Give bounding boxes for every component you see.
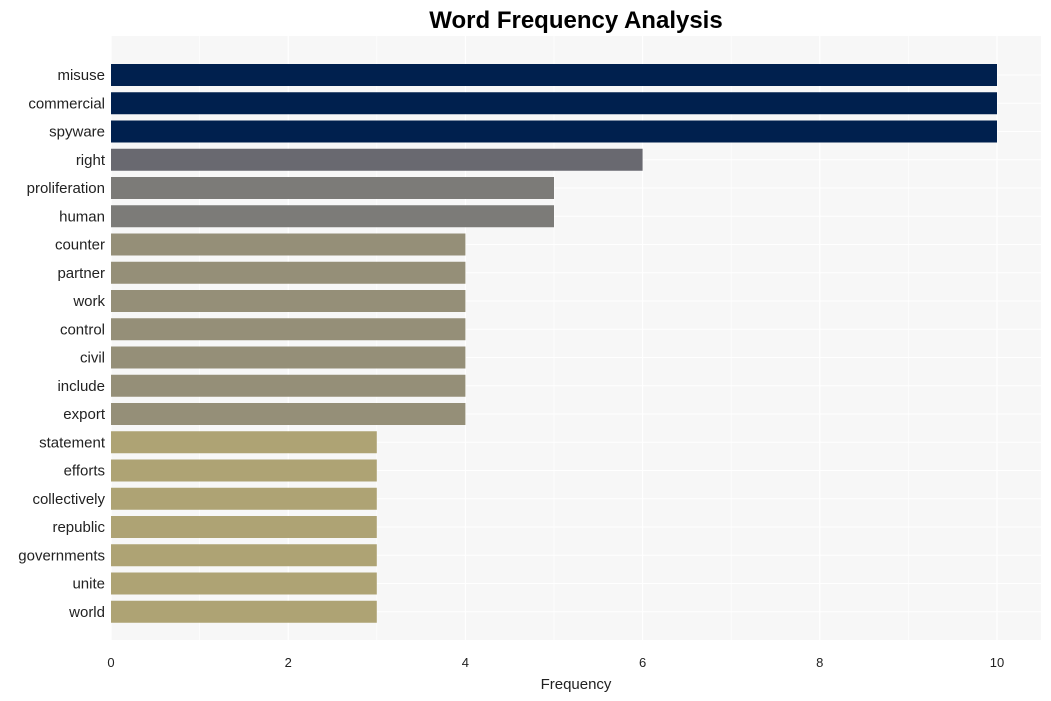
bar-republic	[111, 516, 377, 538]
y-tick-label: human	[59, 208, 105, 225]
y-tick-label: spyware	[49, 124, 105, 141]
bar-work	[111, 290, 466, 312]
y-axis-labels: misuse commercial spyware right proliferatio…	[18, 67, 106, 621]
y-tick-label: counter	[55, 237, 105, 254]
x-tick-label: 10	[990, 655, 1004, 670]
x-tick-label: 6	[639, 655, 646, 670]
bar-human	[111, 205, 554, 228]
bar-include	[111, 374, 466, 397]
y-tick-label: proliferation	[27, 180, 105, 197]
y-tick-label: civil	[80, 350, 105, 367]
bar-commercial	[111, 92, 997, 115]
y-tick-label: unite	[72, 576, 105, 593]
y-tick-label: commercial	[28, 95, 105, 112]
bar-control	[111, 318, 466, 341]
bar-statement	[111, 431, 377, 454]
bar-misuse	[111, 64, 997, 86]
x-axis-label: Frequency	[541, 676, 612, 693]
chart-title: Word Frequency Analysis	[429, 7, 722, 34]
y-tick-label: partner	[57, 265, 105, 282]
y-tick-label: collectively	[32, 491, 105, 508]
x-axis-ticks: 0 2 4 6 8 10	[107, 655, 1004, 670]
x-tick-label: 0	[107, 655, 114, 670]
bar-partner	[111, 261, 466, 284]
bar-export	[111, 403, 466, 425]
y-tick-label: efforts	[64, 463, 105, 480]
x-tick-label: 4	[462, 655, 469, 670]
y-tick-label: export	[63, 406, 106, 423]
bar-collectively	[111, 487, 377, 510]
x-tick-label: 2	[285, 655, 292, 670]
bar-counter	[111, 233, 466, 256]
y-tick-label: misuse	[57, 67, 105, 84]
y-tick-label: include	[57, 378, 105, 395]
y-tick-label: control	[60, 321, 105, 338]
bar-unite	[111, 572, 377, 595]
y-tick-label: republic	[52, 519, 105, 536]
x-tick-label: 8	[816, 655, 823, 670]
y-tick-label: work	[72, 293, 105, 310]
bar-right	[111, 148, 643, 171]
y-tick-label: governments	[18, 547, 105, 564]
bar-world	[111, 600, 377, 623]
y-tick-label: statement	[39, 434, 106, 451]
bar-governments	[111, 544, 377, 567]
word-frequency-chart: Word Frequency Analysis misuse commercial…	[18, 7, 1041, 693]
y-tick-label: right	[76, 152, 106, 169]
bar-spyware	[111, 120, 997, 143]
bar-civil	[111, 346, 466, 369]
bar-efforts	[111, 459, 377, 482]
bar-proliferation	[111, 177, 554, 199]
y-tick-label: world	[68, 604, 105, 621]
